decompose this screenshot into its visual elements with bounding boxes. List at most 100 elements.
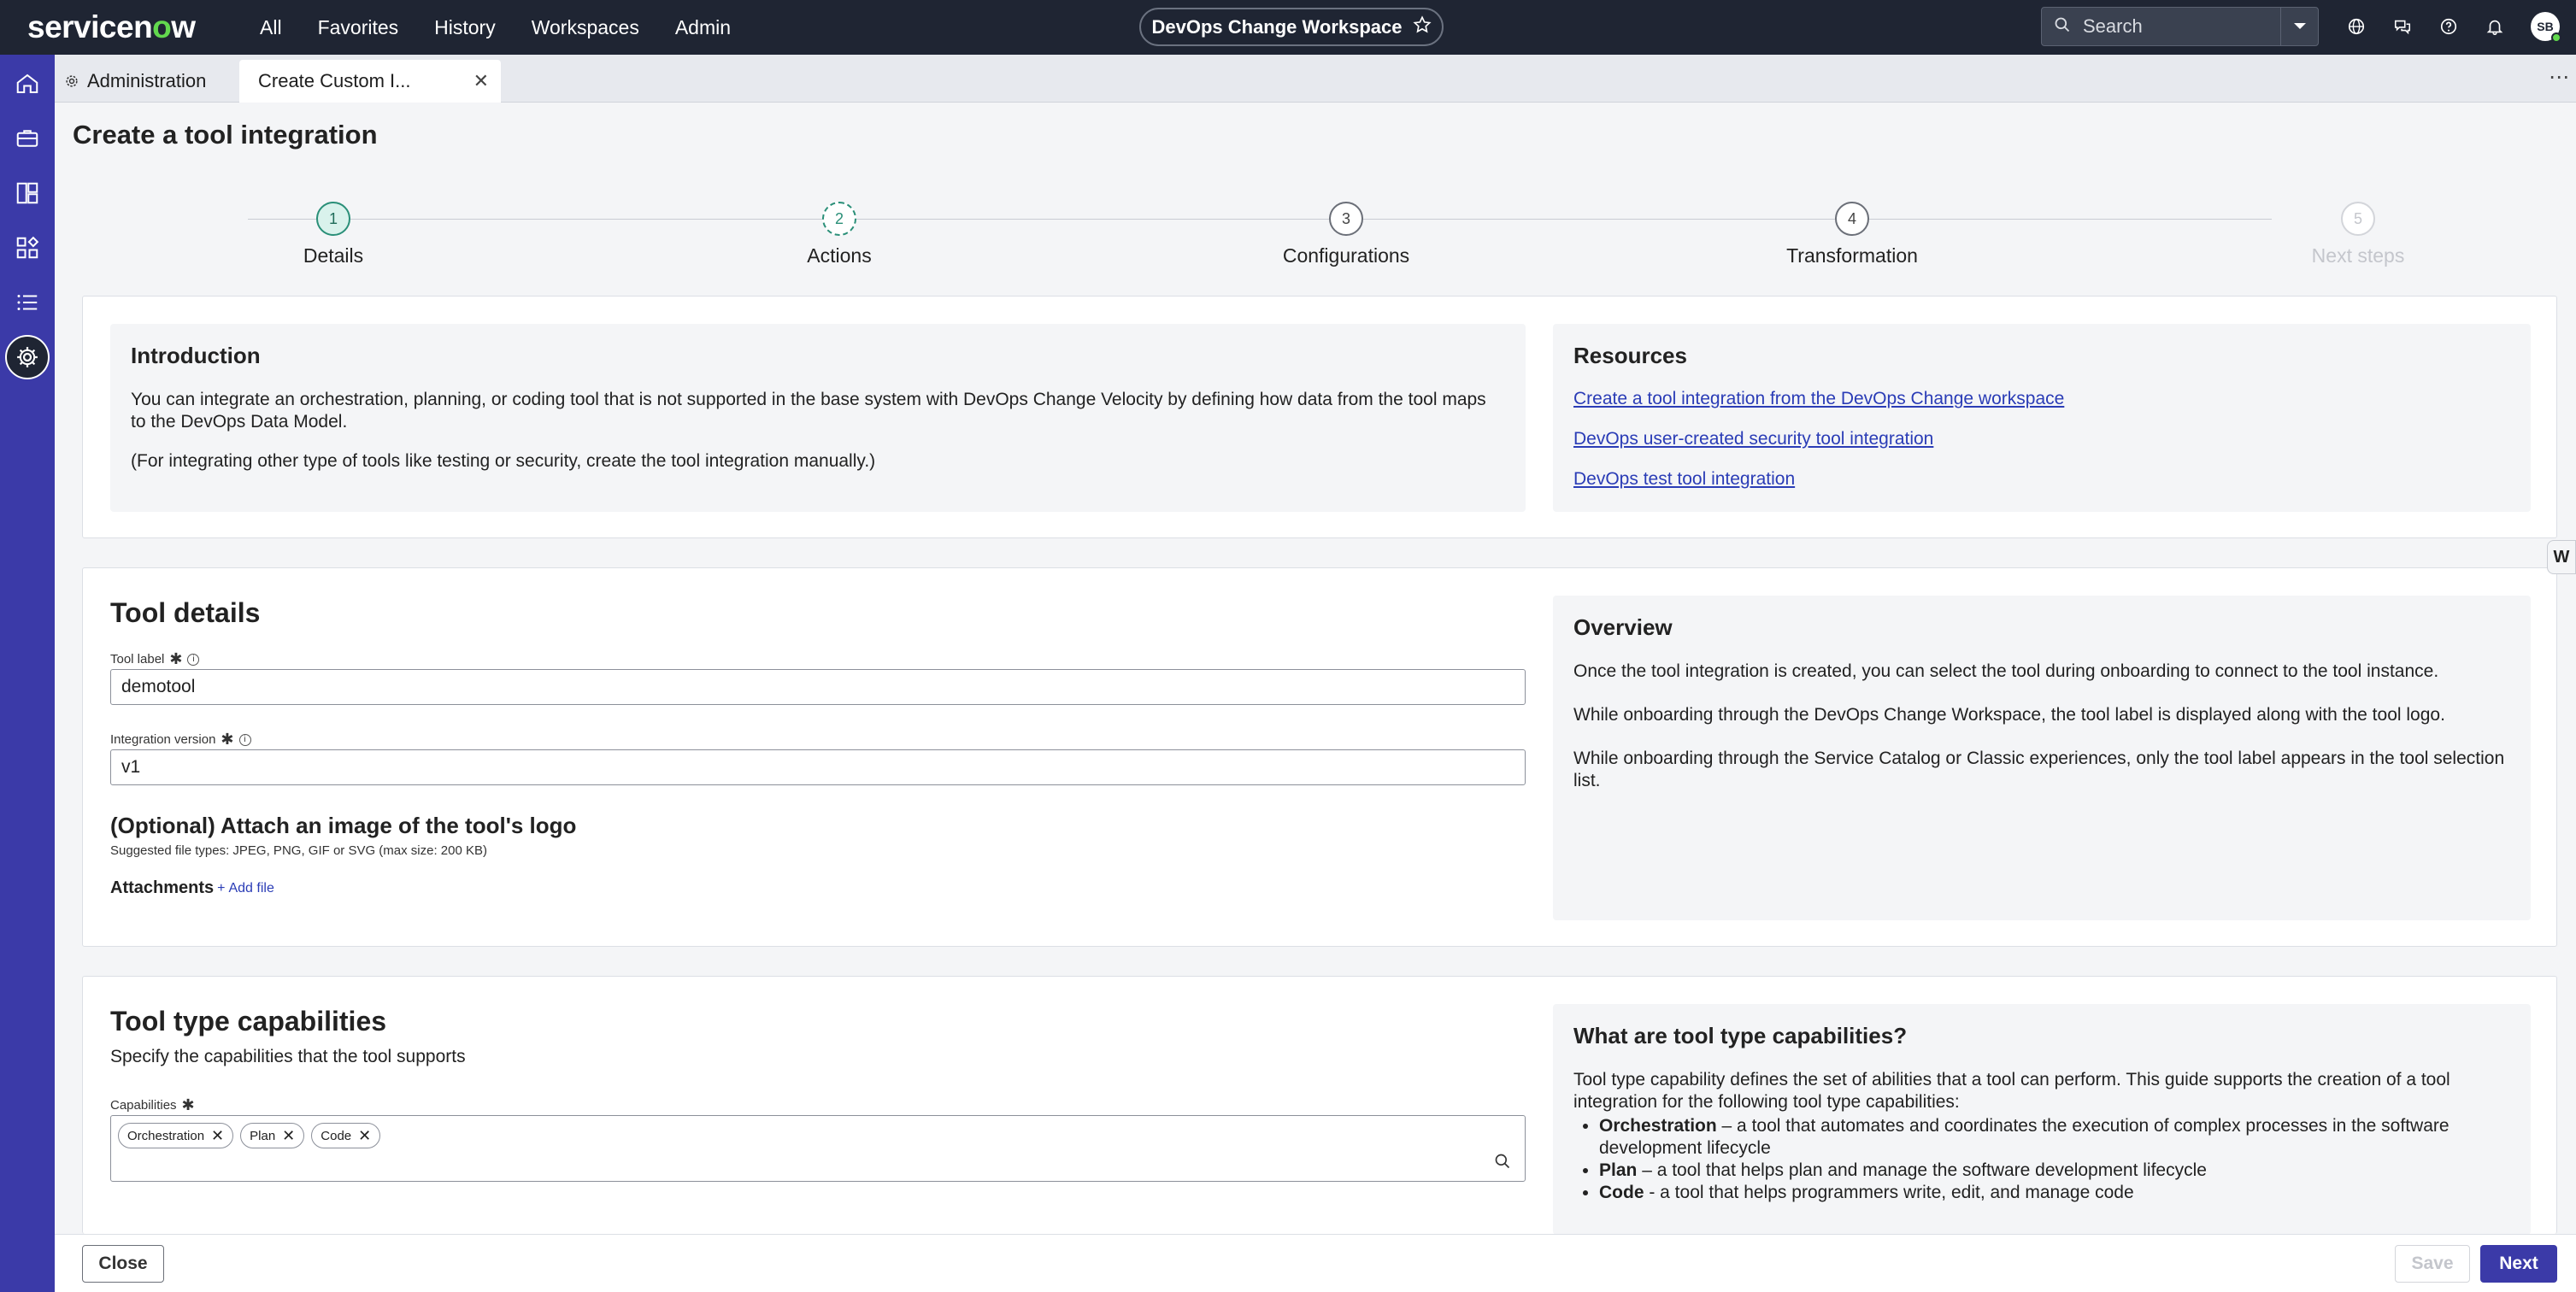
- next-button[interactable]: Next: [2480, 1245, 2557, 1283]
- tab-create-custom-integration[interactable]: Create Custom I... ✕: [239, 60, 501, 103]
- tool-details-card: Tool details Tool label ✱ i demotool Int…: [82, 567, 2557, 947]
- overview-para-3: While onboarding through the Service Cat…: [1573, 749, 2505, 790]
- close-tab-icon[interactable]: ✕: [473, 70, 489, 92]
- capability-term: Plan: [1599, 1160, 1638, 1180]
- step-label: Actions: [807, 244, 872, 267]
- step-number: 3: [1329, 202, 1363, 236]
- settings-gear-icon[interactable]: [5, 335, 50, 379]
- chip-label: Orchestration: [127, 1128, 205, 1143]
- capabilities-help-list: Orchestration – a tool that automates an…: [1599, 1115, 2505, 1204]
- overview-panel: Overview Once the tool integration is cr…: [1553, 596, 2531, 920]
- nav-admin[interactable]: Admin: [675, 16, 731, 39]
- nav-workspaces[interactable]: Workspaces: [532, 16, 639, 39]
- integration-version-input[interactable]: v1: [110, 749, 1526, 785]
- top-utility-icons: [2342, 12, 2509, 41]
- search-input[interactable]: Search: [2083, 15, 2280, 38]
- resource-link-workspace[interactable]: Create a tool integration from the DevOp…: [1573, 389, 2064, 409]
- list-icon[interactable]: [10, 285, 44, 320]
- tab-administration-label: Administration: [87, 70, 207, 91]
- star-icon[interactable]: [1412, 15, 1432, 39]
- capabilities-multiselect[interactable]: Orchestration ✕ Plan ✕ Code ✕: [110, 1115, 1526, 1182]
- capability-term: Code: [1599, 1183, 1644, 1202]
- logo-upload-hint: Suggested file types: JPEG, PNG, GIF or …: [110, 843, 487, 858]
- step-number: 5: [2341, 202, 2375, 236]
- info-icon[interactable]: i: [238, 733, 251, 746]
- introduction-text: You can integrate an orchestration, plan…: [131, 390, 1486, 432]
- logo-upload-title: (Optional) Attach an image of the tool's…: [110, 813, 577, 838]
- remove-chip-icon[interactable]: ✕: [358, 1127, 371, 1145]
- step-actions[interactable]: 2 Actions: [737, 202, 942, 267]
- resources-title: Resources: [1573, 343, 1687, 368]
- search-icon[interactable]: [1494, 1153, 1511, 1174]
- user-avatar[interactable]: SB: [2531, 12, 2561, 43]
- required-asterisk-icon: ✱: [181, 1096, 195, 1113]
- attachments-label: Attachments: [110, 878, 215, 897]
- tool-label-field-label: Tool label ✱ i: [110, 650, 200, 668]
- chat-icon[interactable]: [2388, 12, 2417, 41]
- remove-chip-icon[interactable]: ✕: [211, 1127, 224, 1145]
- home-icon[interactable]: [10, 67, 44, 101]
- attachments-row: Attachments + Add file: [110, 878, 274, 898]
- step-configurations[interactable]: 3 Configurations: [1244, 202, 1449, 267]
- apps-icon[interactable]: [10, 231, 44, 265]
- global-search[interactable]: Search: [2041, 7, 2319, 46]
- side-widget-tab[interactable]: W: [2547, 540, 2576, 574]
- dashboard-icon[interactable]: [10, 176, 44, 210]
- overview-para-1: Once the tool integration is created, yo…: [1573, 661, 2439, 681]
- step-number: 1: [316, 202, 350, 236]
- nav-favorites[interactable]: Favorites: [318, 16, 399, 39]
- resource-link-security[interactable]: DevOps user-created security tool integr…: [1573, 429, 1933, 449]
- introduction-title: Introduction: [131, 343, 261, 368]
- integration-version-field-label: Integration version ✱ i: [110, 731, 251, 749]
- capabilities-help-intro: Tool type capability defines the set of …: [1573, 1070, 2450, 1112]
- capability-desc: – a tool that helps plan and manage the …: [1637, 1160, 2207, 1180]
- workspace-title-pill[interactable]: DevOps Change Workspace: [1139, 8, 1444, 46]
- globe-icon[interactable]: [2342, 12, 2371, 41]
- search-scope-dropdown[interactable]: [2280, 8, 2318, 45]
- notifications-bell-icon[interactable]: [2480, 12, 2509, 41]
- step-label: Next steps: [2311, 244, 2405, 267]
- servicenow-logo[interactable]: servicenow: [27, 9, 241, 45]
- capabilities-card: Tool type capabilities Specify the capab…: [82, 976, 2557, 1235]
- required-asterisk-icon: ✱: [169, 650, 183, 667]
- overview-title: Overview: [1573, 614, 1673, 640]
- step-label: Details: [303, 244, 364, 267]
- close-button[interactable]: Close: [82, 1245, 164, 1283]
- capability-chip-code[interactable]: Code ✕: [311, 1123, 381, 1148]
- step-transformation[interactable]: 4 Transformation: [1750, 202, 1955, 267]
- more-options-icon[interactable]: ⋯: [2549, 65, 2569, 90]
- nav-history[interactable]: History: [434, 16, 496, 39]
- required-asterisk-icon: ✱: [221, 731, 234, 748]
- step-label: Transformation: [1786, 244, 1918, 267]
- page-title: Create a tool integration: [73, 120, 378, 150]
- workspace-title: DevOps Change Workspace: [1151, 15, 1403, 38]
- info-icon[interactable]: i: [187, 653, 200, 666]
- tool-label-input[interactable]: demotool: [110, 669, 1526, 705]
- online-status-dot: [2551, 32, 2561, 43]
- capability-chip-plan[interactable]: Plan ✕: [240, 1123, 305, 1148]
- workspace-tab-bar: Administration Create Custom I... ✕ ⋯: [55, 55, 2576, 103]
- capabilities-subtitle: Specify the capabilities that the tool s…: [110, 1047, 466, 1066]
- help-icon[interactable]: [2434, 12, 2463, 41]
- tab-administration[interactable]: Administration: [63, 60, 206, 103]
- nav-all[interactable]: All: [260, 16, 282, 39]
- resource-link-test[interactable]: DevOps test tool integration: [1573, 469, 1795, 490]
- avatar-initials: SB: [2537, 20, 2554, 33]
- capabilities-help-panel: What are tool type capabilities? Tool ty…: [1553, 1004, 2531, 1235]
- introduction-card: Introduction You can integrate an orches…: [82, 296, 2557, 538]
- add-file-button[interactable]: + Add file: [217, 881, 274, 896]
- capability-help-item: Orchestration – a tool that automates an…: [1599, 1115, 2505, 1160]
- tool-label-text: Tool label: [110, 652, 165, 667]
- step-details[interactable]: 1 Details: [231, 202, 436, 267]
- left-sidebar: [0, 55, 55, 1292]
- remove-chip-icon[interactable]: ✕: [282, 1127, 295, 1145]
- step-number: 2: [822, 202, 856, 236]
- tab-active-label: Create Custom I...: [258, 70, 411, 91]
- top-navigation-bar: servicenow All Favorites History Workspa…: [0, 0, 2576, 55]
- integration-version-text: Integration version: [110, 732, 216, 747]
- toolbox-icon[interactable]: [10, 121, 44, 156]
- capability-chip-orchestration[interactable]: Orchestration ✕: [118, 1123, 234, 1148]
- step-label: Configurations: [1282, 244, 1410, 267]
- tool-details-title: Tool details: [110, 597, 261, 628]
- capabilities-field-label: Capabilities ✱: [110, 1096, 195, 1114]
